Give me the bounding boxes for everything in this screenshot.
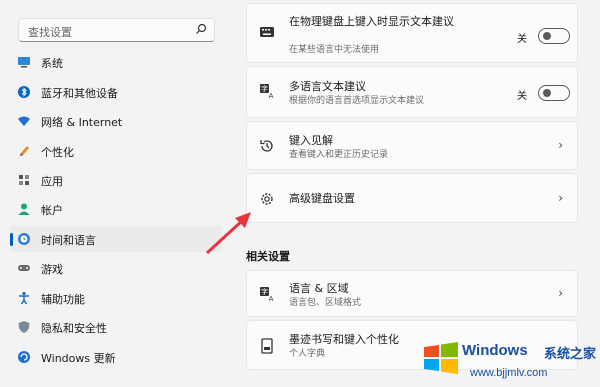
setting-subtitle: 查看键入和更正历史记录 [289, 150, 389, 160]
sidebar-item-label: 时间和语言 [41, 234, 96, 247]
language-icon: 字A [260, 84, 274, 99]
chevron-right-icon: › [558, 191, 563, 205]
toggle-state-label: 关 [517, 91, 527, 102]
search-placeholder: 查找设置 [28, 26, 72, 39]
toggle-switch[interactable] [538, 85, 570, 101]
sidebar-item-label: 系统 [41, 57, 63, 70]
sidebar-item-label: 游戏 [41, 263, 63, 276]
toggle-state-label: 关 [517, 34, 527, 45]
sidebar-item-label: 帐户 [41, 204, 63, 217]
watermark-brand-cn: 系统之家 [544, 347, 597, 362]
person-icon [18, 203, 30, 215]
watermark: Windows 系统之家 www.bjjmlv.com [410, 335, 600, 387]
globe-clock-icon [18, 233, 30, 245]
sidebar-item-label: 辅助功能 [41, 293, 85, 306]
accessibility-icon [19, 291, 29, 305]
svg-text:A: A [269, 295, 274, 302]
watermark-url: www.bjjmlv.com [470, 367, 548, 379]
setting-subtitle: 在某些语言中无法使用 [289, 45, 380, 55]
setting-card-advanced-keyboard[interactable]: 高级键盘设置 › [246, 173, 578, 223]
svg-text:A: A [269, 92, 274, 99]
keyboard-icon [260, 27, 274, 37]
sidebar-item-label: 应用 [41, 175, 63, 188]
sidebar-item-accessibility[interactable]: 辅助功能 [10, 285, 222, 311]
chevron-right-icon: › [558, 138, 563, 152]
windows-logo-icon [424, 342, 458, 374]
active-indicator [10, 233, 13, 246]
language-icon: 字A [260, 287, 274, 302]
sidebar-item-label: 网络 & Internet [41, 116, 123, 129]
sidebar-item-apps[interactable]: 应用 [10, 167, 222, 193]
setting-title: 高级键盘设置 [289, 192, 355, 205]
toggle-knob [543, 32, 551, 40]
sidebar-item-accounts[interactable]: 帐户 [10, 196, 222, 222]
sidebar: 查找设置 系统 蓝牙和其他设备 网络 & Internet 个性化 应用 帐户 … [0, 0, 232, 387]
toggle-knob [543, 89, 551, 97]
game-controller-icon [18, 265, 30, 271]
svg-text:字: 字 [261, 287, 268, 296]
setting-title: 墨迹书写和键入个性化 [289, 333, 399, 346]
sidebar-item-network[interactable]: 网络 & Internet [10, 108, 222, 134]
pencil-icon [20, 146, 29, 156]
sidebar-item-privacy[interactable]: 隐私和安全性 [10, 314, 222, 340]
setting-subtitle: 根据你的语言首选项显示文本建议 [289, 96, 425, 106]
apps-icon [19, 175, 29, 185]
setting-title: 多语言文本建议 [289, 80, 366, 93]
setting-subtitle: 个人字典 [289, 349, 326, 359]
sidebar-item-time-language[interactable]: 时间和语言 [10, 226, 222, 252]
sidebar-item-gaming[interactable]: 游戏 [10, 255, 222, 281]
search-icon[interactable] [194, 22, 208, 36]
sidebar-item-label: 蓝牙和其他设备 [41, 87, 118, 100]
setting-card-hardware-keyboard-suggestions[interactable]: 在物理键盘上键入时显示文本建议 在某些语言中无法使用 关 [246, 3, 578, 63]
sidebar-item-bluetooth[interactable]: 蓝牙和其他设备 [10, 79, 222, 105]
gear-icon [261, 193, 273, 205]
sidebar-item-label: 隐私和安全性 [41, 322, 107, 335]
update-icon [18, 351, 30, 363]
toggle-switch[interactable] [538, 28, 570, 44]
setting-card-language-region[interactable]: 字A 语言 & 区域 语言包、区域格式 › [246, 270, 578, 317]
annotation-arrow-icon [205, 212, 251, 255]
watermark-brand: Windows [462, 342, 528, 359]
sidebar-item-label: Windows 更新 [41, 352, 116, 365]
chevron-right-icon: › [558, 286, 563, 300]
history-icon [260, 140, 273, 152]
search-box[interactable]: 查找设置 [18, 18, 215, 42]
setting-card-typing-insights[interactable]: 键入见解 查看键入和更正历史记录 › [246, 121, 578, 170]
bluetooth-icon [18, 86, 30, 98]
setting-title: 在物理键盘上键入时显示文本建议 [289, 15, 454, 28]
setting-card-multilingual-suggestions[interactable]: 字A 多语言文本建议 根据你的语言首选项显示文本建议 关 [246, 66, 578, 118]
svg-text:字: 字 [261, 84, 268, 93]
setting-subtitle: 语言包、区域格式 [289, 298, 362, 308]
setting-title: 语言 & 区域 [289, 282, 349, 295]
monitor-icon [18, 57, 30, 68]
setting-title: 键入见解 [289, 134, 333, 147]
sidebar-item-label: 个性化 [41, 146, 74, 159]
sidebar-item-windows-update[interactable]: Windows 更新 [10, 344, 222, 370]
notebook-icon [261, 338, 273, 354]
shield-icon [18, 321, 30, 333]
sidebar-item-system[interactable]: 系统 [10, 49, 222, 75]
wifi-icon [18, 116, 30, 126]
sidebar-item-personalization[interactable]: 个性化 [10, 138, 222, 164]
